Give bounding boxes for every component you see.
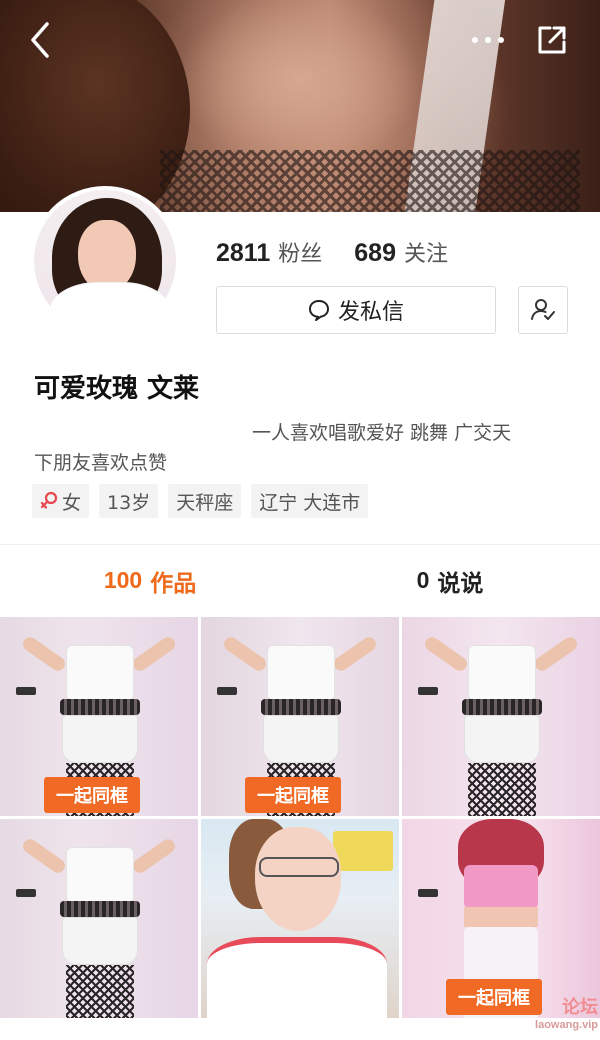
more-dots-icon [472,37,504,43]
tab-works-label: 作品 [150,570,197,597]
share-icon [538,26,566,54]
duet-badge: 一起同框 [245,777,341,813]
followers-count: 2811 [216,239,271,267]
profile-tabs: 100 作品 0 说说 [0,544,600,616]
tag-zodiac-label: 天秤座 [176,491,234,514]
avatar[interactable] [30,186,180,336]
bio-line-1: 一人喜欢唱歌爱好 跳舞 广交天 [252,422,512,444]
follow-button[interactable] [518,286,568,334]
work-thumbnail[interactable] [402,617,600,816]
tag-gender: 女 [32,484,90,518]
tag-age-label: 13岁 [107,491,151,514]
send-message-button[interactable]: 发私信 [216,286,496,334]
cover-photo [0,0,600,212]
cover-fishnet [160,150,580,212]
watermark: 论坛 laowang.vip [478,984,598,1040]
tag-zodiac: 天秤座 [168,484,242,518]
bio: 一人喜欢唱歌爱好 跳舞 广交天 下朋友喜欢点赞 [34,418,574,478]
watermark-text: 论坛 [562,997,598,1018]
watermark-subtext: laowang.vip [535,1019,598,1031]
following-count: 689 [354,239,396,267]
back-arrow-icon [31,22,49,58]
back-button[interactable] [18,18,62,62]
work-thumbnail[interactable] [0,819,198,1018]
followers-stat[interactable]: 2811 粉丝 [216,236,322,268]
username: 可爱玫瑰 文莱 [34,374,200,404]
tab-posts-count: 0 [416,567,430,593]
work-thumbnail[interactable] [201,819,399,1018]
work-thumbnail[interactable]: 一起同框 [201,617,399,816]
female-icon [40,491,58,509]
tag-location-label: 辽宁 大连市 [259,491,361,514]
followers-label: 粉丝 [278,242,323,267]
tab-posts-label: 说说 [437,570,484,597]
tag-location: 辽宁 大连市 [251,484,369,518]
following-stat[interactable]: 689 关注 [354,236,448,268]
stats-row: 2811 粉丝 689 关注 [216,236,448,268]
chat-bubble-icon [308,300,329,321]
profile-section: 2811 粉丝 689 关注 发私信 可爱玫瑰 文莱 一人喜欢唱歌爱好 跳舞 广… [0,186,600,544]
tag-age: 13岁 [99,484,159,518]
bio-redacted [34,421,252,439]
work-thumbnail[interactable]: 一起同框 [0,617,198,816]
bio-line-2: 下朋友喜欢点赞 [34,452,168,474]
works-grid: 一起同框 一起同框 一起同框 [0,617,600,1040]
send-message-label: 发私信 [337,300,404,325]
tab-posts[interactable]: 0 说说 [300,545,600,616]
more-button[interactable] [466,18,510,62]
following-label: 关注 [403,242,448,267]
tab-works-count: 100 [103,567,143,593]
tag-gender-label: 女 [62,491,82,514]
profile-tags: 女 13岁 天秤座 辽宁 大连市 [32,484,369,518]
add-user-icon [531,299,555,320]
share-button[interactable] [530,18,574,62]
duet-badge: 一起同框 [44,777,140,813]
tab-works[interactable]: 100 作品 [0,545,300,616]
